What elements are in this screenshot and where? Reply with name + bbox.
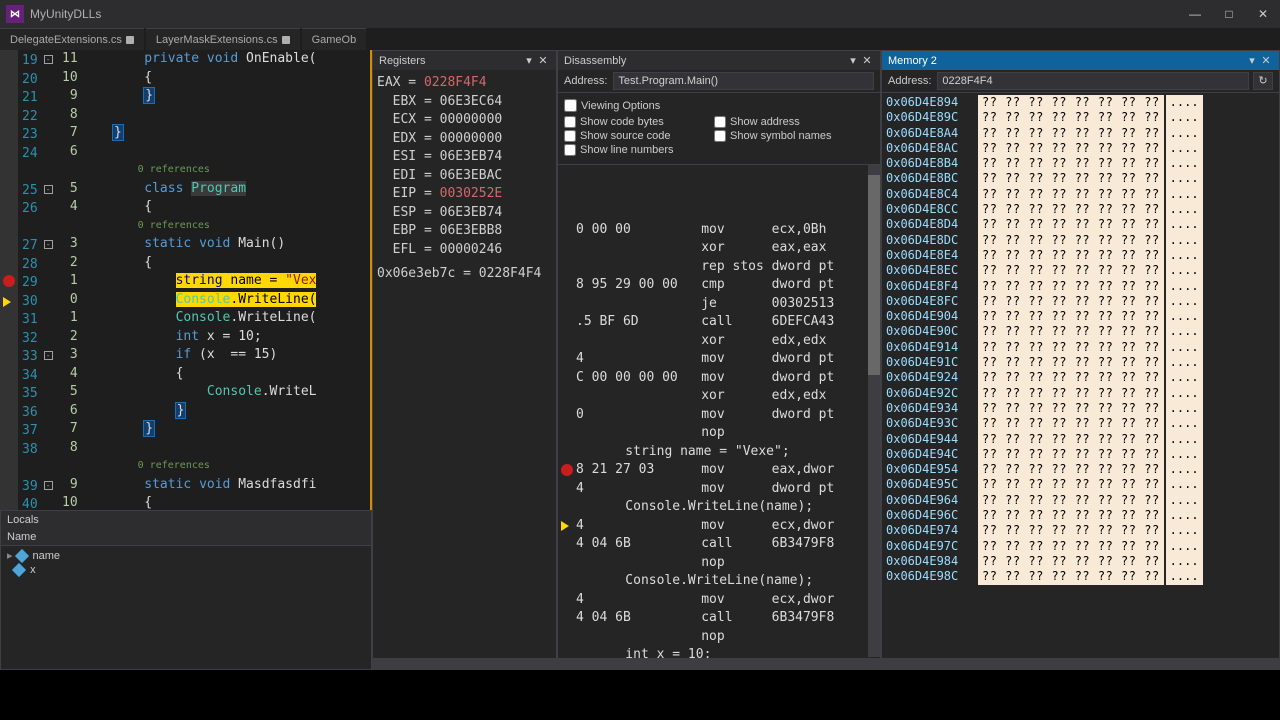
window-maximize-button[interactable]: □: [1212, 0, 1246, 28]
expand-icon[interactable]: ▸: [7, 549, 13, 562]
close-icon[interactable]: ✕: [860, 54, 874, 67]
memory-address-input[interactable]: [937, 72, 1249, 90]
memory-row[interactable]: 0x06D4E97C?? ?? ?? ?? ?? ?? ?? ??....: [886, 539, 1275, 554]
memory-row[interactable]: 0x06D4E91C?? ?? ?? ?? ?? ?? ?? ??....: [886, 355, 1275, 370]
memory-row[interactable]: 0x06D4E984?? ?? ?? ?? ?? ?? ?? ??....: [886, 554, 1275, 569]
locals-item[interactable]: ▸name: [1, 548, 371, 563]
fold-toggle[interactable]: -: [44, 55, 53, 64]
opt-symbols[interactable]: [714, 130, 726, 142]
memory-refresh-button[interactable]: ↻: [1253, 72, 1273, 90]
opt-address[interactable]: [714, 116, 726, 128]
current-line-icon: [561, 521, 569, 531]
variable-icon: [12, 563, 26, 577]
memory-address-label: Address:: [888, 75, 931, 87]
memory-row[interactable]: 0x06D4E8DC?? ?? ?? ?? ?? ?? ?? ??....: [886, 233, 1275, 248]
opt-source[interactable]: [564, 130, 576, 142]
memory-row[interactable]: 0x06D4E944?? ?? ?? ?? ?? ?? ?? ??....: [886, 432, 1275, 447]
file-tab[interactable]: LayerMaskExtensions.cs: [146, 28, 300, 50]
disasm-v-scrollbar[interactable]: [868, 165, 880, 657]
memory-row[interactable]: 0x06D4E974?? ?? ?? ?? ?? ?? ?? ??....: [886, 523, 1275, 538]
locals-title: Locals: [7, 514, 365, 526]
memory-row[interactable]: 0x06D4E894?? ?? ?? ?? ?? ?? ?? ??....: [886, 95, 1275, 110]
memory-row[interactable]: 0x06D4E98C?? ?? ?? ?? ?? ?? ?? ??....: [886, 569, 1275, 584]
file-tab[interactable]: DelegateExtensions.cs: [0, 28, 144, 50]
memory-row[interactable]: 0x06D4E8E4?? ?? ?? ?? ?? ?? ?? ??....: [886, 248, 1275, 263]
memory-row[interactable]: 0x06D4E8AC?? ?? ?? ?? ?? ?? ?? ??....: [886, 141, 1275, 156]
close-icon[interactable]: ✕: [1259, 54, 1273, 67]
fold-toggle[interactable]: -: [44, 351, 53, 360]
disasm-address-input[interactable]: [613, 72, 874, 90]
pin-icon[interactable]: ▾: [846, 54, 860, 67]
current-line-icon: [3, 297, 11, 307]
memory-row[interactable]: 0x06D4E95C?? ?? ?? ?? ?? ?? ?? ??....: [886, 477, 1275, 492]
memory-row[interactable]: 0x06D4E92C?? ?? ?? ?? ?? ?? ?? ??....: [886, 386, 1275, 401]
viewing-options-toggle[interactable]: [564, 99, 577, 112]
memory-row[interactable]: 0x06D4E934?? ?? ?? ?? ?? ?? ?? ??....: [886, 401, 1275, 416]
memory-row[interactable]: 0x06D4E8B4?? ?? ?? ?? ?? ?? ?? ??....: [886, 156, 1275, 171]
memory-row[interactable]: 0x06D4E8C4?? ?? ?? ?? ?? ?? ?? ??....: [886, 187, 1275, 202]
registers-title: Registers: [379, 55, 522, 67]
registers-panel: Registers ▾ ✕ EAX = 0228F4F4 EBX = 06E3E…: [372, 50, 557, 670]
fold-toggle[interactable]: -: [44, 481, 53, 490]
pin-icon[interactable]: ▾: [522, 54, 536, 67]
file-tab[interactable]: GameOb: [302, 28, 367, 50]
title-bar: ⋈ MyUnityDLLs — □ ✕: [0, 0, 1280, 28]
lock-icon: [282, 36, 290, 44]
memory-row[interactable]: 0x06D4E924?? ?? ?? ?? ?? ?? ?? ??....: [886, 370, 1275, 385]
memory-row[interactable]: 0x06D4E93C?? ?? ?? ?? ?? ?? ?? ??....: [886, 416, 1275, 431]
lock-icon: [126, 36, 134, 44]
memory-row[interactable]: 0x06D4E964?? ?? ?? ?? ?? ?? ?? ??....: [886, 493, 1275, 508]
memory-row[interactable]: 0x06D4E94C?? ?? ?? ?? ?? ?? ?? ??....: [886, 447, 1275, 462]
locals-column-header[interactable]: Name: [1, 529, 371, 546]
app-title: MyUnityDLLs: [30, 7, 101, 21]
locals-panel: Locals Name ▸name x: [0, 510, 372, 670]
opt-code-bytes[interactable]: [564, 116, 576, 128]
memory-row[interactable]: 0x06D4E89C?? ?? ?? ?? ?? ?? ?? ??....: [886, 110, 1275, 125]
memory-row[interactable]: 0x06D4E8FC?? ?? ?? ?? ?? ?? ?? ??....: [886, 294, 1275, 309]
memory-panel: Memory 2 ▾ ✕ Address: ↻ 0x06D4E894?? ?? …: [881, 50, 1280, 670]
locals-item[interactable]: x: [1, 563, 371, 577]
vs-logo-icon: ⋈: [6, 5, 24, 23]
breakpoint-icon[interactable]: [561, 464, 573, 476]
memory-row[interactable]: 0x06D4E8BC?? ?? ?? ?? ?? ?? ?? ??....: [886, 171, 1275, 186]
fold-toggle[interactable]: -: [44, 240, 53, 249]
opt-lines[interactable]: [564, 144, 576, 156]
pin-icon[interactable]: ▾: [1245, 54, 1259, 67]
disassembly-title: Disassembly: [564, 55, 846, 67]
memory-row[interactable]: 0x06D4E954?? ?? ?? ?? ?? ?? ?? ??....: [886, 462, 1275, 477]
memory-listing[interactable]: 0x06D4E894?? ?? ?? ?? ?? ?? ?? ??....0x0…: [882, 93, 1279, 587]
disasm-address-label: Address:: [564, 75, 607, 87]
window-minimize-button[interactable]: —: [1178, 0, 1212, 28]
breakpoint-icon[interactable]: [3, 275, 15, 287]
memory-title: Memory 2: [888, 55, 1245, 67]
memory-row[interactable]: 0x06D4E914?? ?? ?? ?? ?? ?? ?? ??....: [886, 340, 1275, 355]
fold-toggle[interactable]: -: [44, 185, 53, 194]
memory-row[interactable]: 0x06D4E8D4?? ?? ?? ?? ?? ?? ?? ??....: [886, 217, 1275, 232]
document-tabs: DelegateExtensions.csLayerMaskExtensions…: [0, 28, 1280, 50]
memory-row[interactable]: 0x06D4E8A4?? ?? ?? ?? ?? ?? ?? ??....: [886, 126, 1275, 141]
disassembly-listing[interactable]: 0 00 00 mov ecx,0Bh xor eax,eax rep stos…: [558, 165, 880, 669]
variable-icon: [14, 548, 28, 562]
memory-row[interactable]: 0x06D4E8F4?? ?? ?? ?? ?? ?? ?? ??....: [886, 279, 1275, 294]
memory-row[interactable]: 0x06D4E96C?? ?? ?? ?? ?? ?? ?? ??....: [886, 508, 1275, 523]
memory-row[interactable]: 0x06D4E8CC?? ?? ?? ?? ?? ?? ?? ??....: [886, 202, 1275, 217]
close-icon[interactable]: ✕: [536, 54, 550, 67]
viewing-options: Viewing Options Show code bytes Show sou…: [558, 93, 880, 165]
expand-icon[interactable]: [7, 564, 10, 576]
memory-row[interactable]: 0x06D4E90C?? ?? ?? ?? ?? ?? ?? ??....: [886, 324, 1275, 339]
disassembly-panel: Disassembly ▾ ✕ Address: Viewing Options…: [557, 50, 881, 670]
window-close-button[interactable]: ✕: [1246, 0, 1280, 28]
memory-row[interactable]: 0x06D4E8EC?? ?? ?? ?? ?? ?? ?? ??....: [886, 263, 1275, 278]
memory-row[interactable]: 0x06D4E904?? ?? ?? ?? ?? ?? ?? ??....: [886, 309, 1275, 324]
